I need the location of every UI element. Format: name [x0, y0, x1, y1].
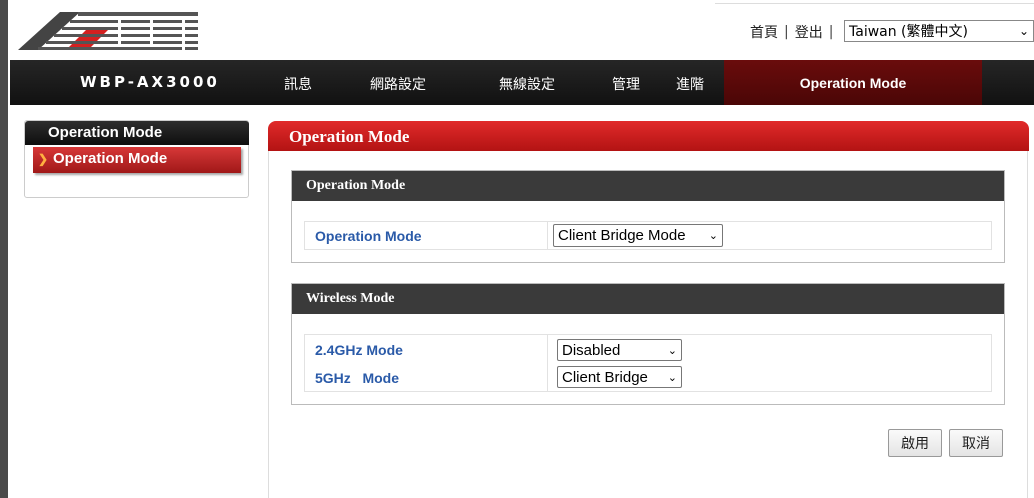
side-menu-title: Operation Mode: [25, 121, 249, 145]
chevron-down-icon: ⌄: [667, 344, 677, 357]
page-edge-bar: [0, 0, 8, 498]
nav-operation-mode[interactable]: Operation Mode: [724, 60, 982, 105]
nav-advanced[interactable]: 進階: [676, 74, 704, 94]
2-4ghz-mode-select[interactable]: Disabled ⌄: [557, 339, 682, 361]
section-heading: Wireless Mode: [292, 284, 1004, 314]
wireless-mode-rows: 2.4GHz Mode 5GHz Mode Disabled ⌄ Client …: [304, 334, 992, 392]
2-4ghz-mode-value: Disabled: [562, 341, 621, 359]
nav-network-settings[interactable]: 網路設定: [370, 74, 426, 94]
operation-mode-select[interactable]: Client Bridge Mode ⌄: [553, 224, 723, 247]
chevron-down-icon: ⌄: [1018, 24, 1029, 38]
chevron-right-icon: ❯: [38, 152, 49, 166]
section-heading: Operation Mode: [292, 171, 1004, 201]
main-navbar: WBP-AX3000 訊息 網路設定 無線設定 管理 進階 Operation …: [10, 60, 1034, 105]
link-separator: |: [784, 24, 789, 40]
home-link[interactable]: 首頁: [750, 22, 778, 42]
side-menu-item-label: Operation Mode: [53, 150, 168, 167]
nav-info[interactable]: 訊息: [284, 74, 312, 94]
abst-logo: [18, 6, 198, 52]
top-links: 首頁 | 登出 |: [750, 22, 839, 42]
wireless-mode-section: Wireless Mode 2.4GHz Mode 5GHz Mode Disa…: [291, 283, 1005, 405]
language-select[interactable]: Taiwan (繁體中文) ⌄: [844, 20, 1034, 42]
cancel-button[interactable]: 取消: [949, 429, 1003, 457]
nav-management[interactable]: 管理: [612, 74, 640, 94]
language-value: Taiwan (繁體中文): [849, 24, 968, 40]
apply-button[interactable]: 啟用: [888, 429, 942, 457]
side-menu-item-operation-mode[interactable]: ❯ Operation Mode: [33, 147, 241, 173]
5ghz-mode-value: Client Bridge: [562, 368, 648, 386]
2-4ghz-mode-label: 2.4GHz Mode: [315, 342, 403, 358]
operation-mode-section: Operation Mode Operation Mode Client Bri…: [291, 170, 1005, 263]
chevron-down-icon: ⌄: [708, 230, 718, 242]
side-menu: Operation Mode ❯ Operation Mode: [24, 120, 249, 198]
operation-mode-label: Operation Mode: [315, 228, 422, 244]
link-separator: |: [828, 24, 834, 40]
nav-wireless-settings[interactable]: 無線設定: [499, 74, 555, 94]
model-name: WBP-AX3000: [80, 73, 220, 91]
logout-link[interactable]: 登出: [795, 22, 823, 42]
row-divider: [547, 222, 548, 249]
5ghz-mode-label: 5GHz Mode: [315, 370, 400, 386]
chevron-down-icon: ⌄: [667, 371, 677, 384]
row-divider: [547, 335, 548, 391]
panel-title: Operation Mode: [268, 121, 1029, 151]
header-divider: [715, 3, 1034, 4]
operation-mode-row: Operation Mode Client Bridge Mode ⌄: [304, 221, 992, 250]
operation-mode-value: Client Bridge Mode: [558, 227, 686, 244]
5ghz-mode-select[interactable]: Client Bridge ⌄: [557, 366, 682, 388]
